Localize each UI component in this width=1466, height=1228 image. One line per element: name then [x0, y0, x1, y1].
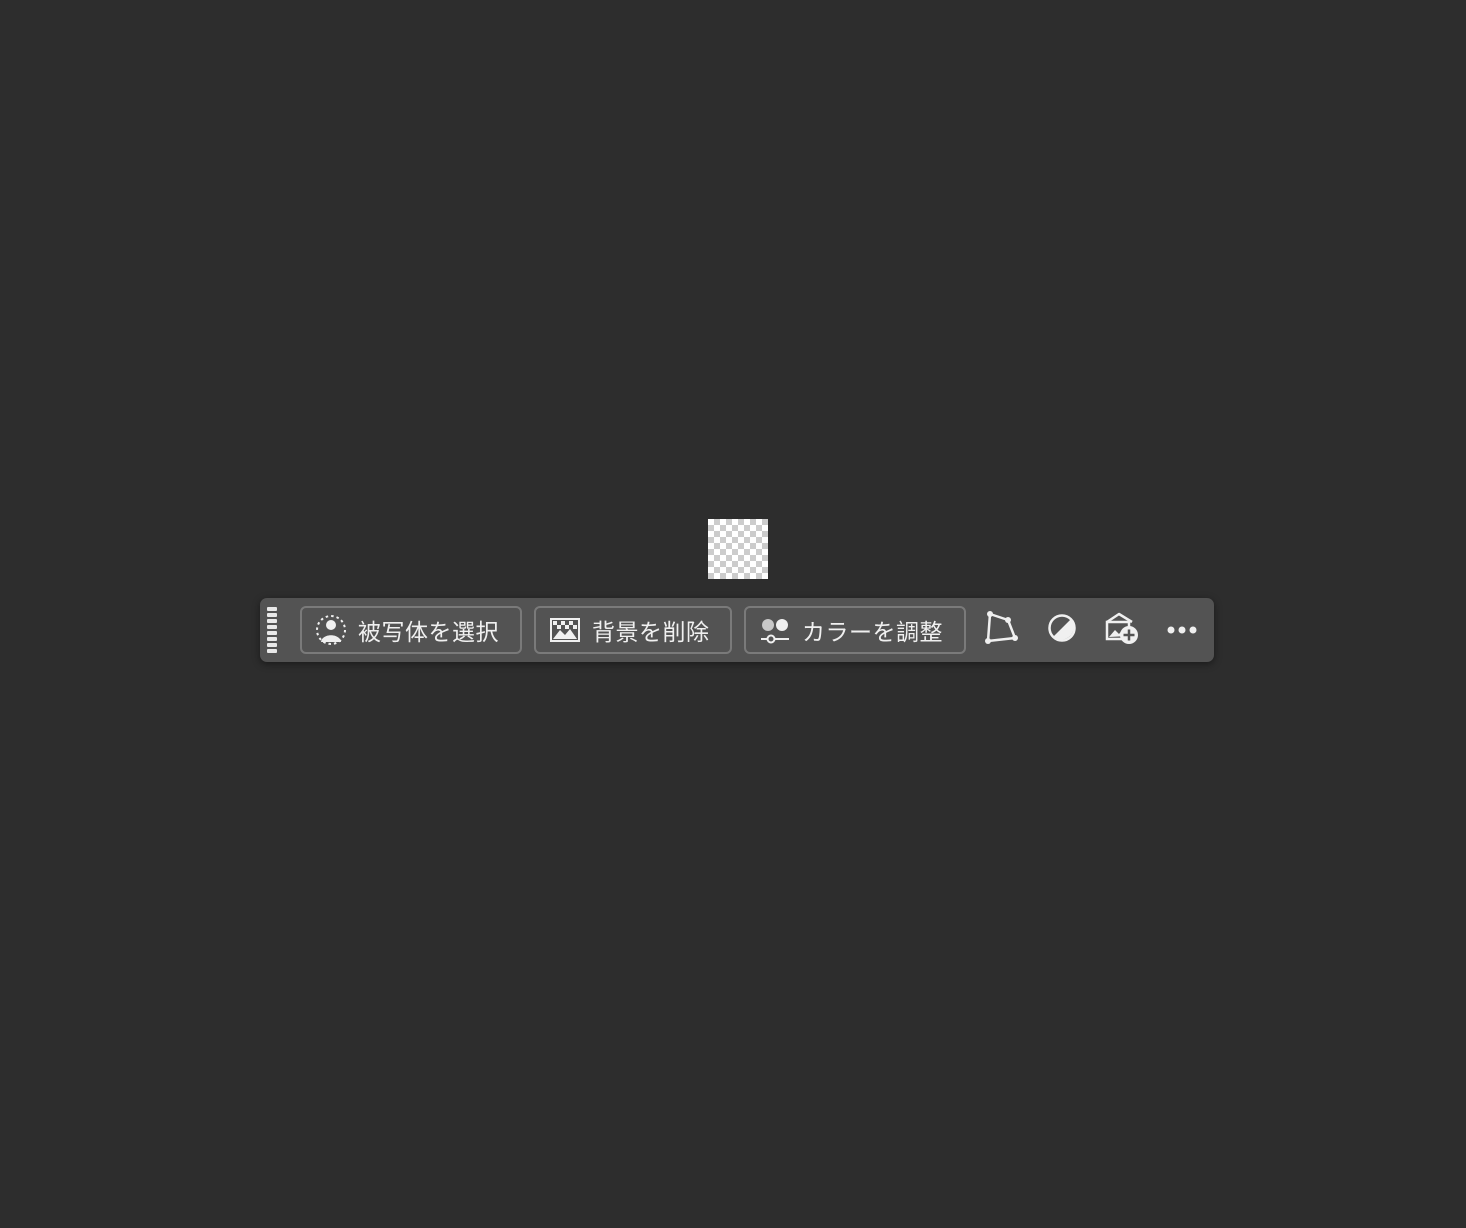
more-options-icon	[1166, 621, 1198, 640]
more-options-button[interactable]	[1162, 610, 1202, 650]
remove-background-button[interactable]: 背景を削除	[534, 606, 732, 654]
transform-path-button[interactable]	[982, 610, 1022, 650]
add-image-button[interactable]	[1102, 610, 1142, 650]
remove-background-label: 背景を削除	[592, 620, 710, 646]
adjust-color-button[interactable]: カラーを調整	[744, 606, 966, 654]
select-subject-label: 被写体を選択	[358, 620, 499, 646]
contrast-icon	[1047, 613, 1077, 647]
contrast-button[interactable]	[1042, 610, 1082, 650]
remove-background-icon	[548, 613, 582, 647]
transparent-canvas-document[interactable]	[708, 519, 768, 579]
select-subject-icon	[314, 613, 348, 647]
workspace: 被写体を選択 背景を削除 カラーを調整	[0, 0, 1466, 1228]
drag-handle-icon[interactable]	[267, 607, 279, 653]
contextual-task-bar: 被写体を選択 背景を削除 カラーを調整	[260, 598, 1214, 662]
select-subject-button[interactable]: 被写体を選択	[300, 606, 522, 654]
transform-path-icon	[984, 610, 1020, 650]
adjust-color-label: カラーを調整	[802, 620, 943, 646]
add-image-icon	[1104, 610, 1140, 650]
adjust-color-icon	[758, 613, 792, 647]
